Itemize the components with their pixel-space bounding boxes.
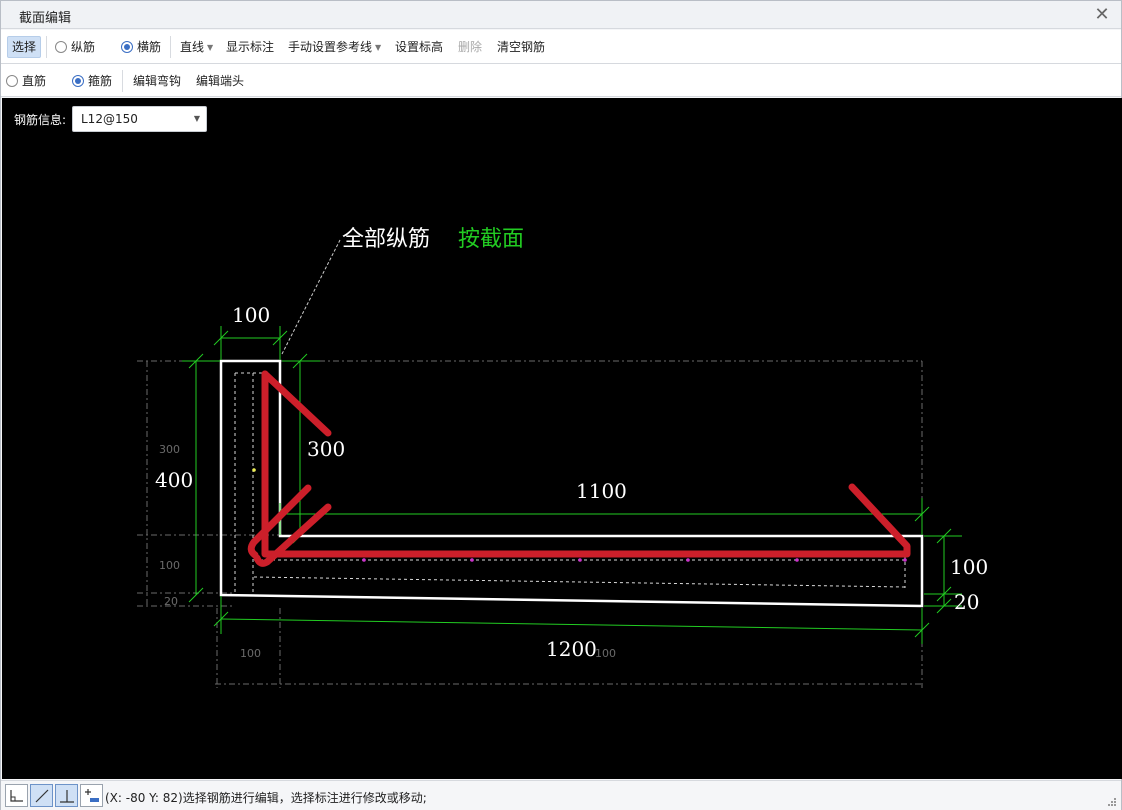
stirrup-label: 箍筋 (88, 74, 113, 88)
orthogonal-mode-button[interactable] (5, 784, 28, 807)
toolbar-divider (170, 36, 171, 58)
edit-end-button[interactable]: 编辑端头 (196, 71, 244, 91)
caret-down-icon: ▼ (207, 43, 214, 52)
sub-toolbar: 直筋 箍筋 编辑弯钩 编辑端头 (1, 64, 1121, 97)
dim-text-400[interactable]: 400 (155, 468, 193, 492)
delete-button[interactable]: 删除 (458, 37, 482, 57)
corner-icon (10, 790, 23, 802)
resize-grip-icon[interactable] (1107, 797, 1117, 807)
manual-ref-label: 手动设置参考线 (288, 40, 373, 54)
add-point-icon (85, 789, 99, 802)
annotation-by-section[interactable]: 按截面 (458, 227, 524, 252)
radio-icon (6, 75, 18, 87)
longitudinal-radio[interactable]: 纵筋 (55, 37, 95, 57)
dim-text-300[interactable]: 300 (307, 437, 345, 461)
ref-text-300: 300 (159, 443, 180, 456)
diagonal-mode-button[interactable] (30, 784, 53, 807)
dim-text-1200[interactable]: 1200 (546, 637, 597, 661)
perpendicular-icon (60, 790, 74, 803)
main-toolbar: 选择 纵筋 横筋 直线 ▼ 显示标注 手动设置参考线 ▼ 设置标高 删除 清空钢筋 (1, 30, 1121, 64)
toolbar-divider (46, 36, 47, 58)
annotation-all-rebar[interactable]: 全部纵筋 (342, 227, 430, 252)
edit-hook-button[interactable]: 编辑弯钩 (133, 71, 181, 91)
section-edit-window: 截面编辑 ✕ 选择 纵筋 横筋 直线 ▼ 显示标注 手动设置参考线 ▼ 设置标高 删… (0, 0, 1122, 810)
longitudinal-label: 纵筋 (71, 40, 96, 54)
perpendicular-mode-button[interactable] (55, 784, 78, 807)
section-outline[interactable] (219, 359, 924, 608)
radio-selected-icon (121, 41, 133, 53)
stirrup-radio[interactable]: 箍筋 (72, 71, 112, 91)
dim-text-100-top[interactable]: 100 (232, 303, 270, 327)
show-dims-button[interactable]: 显示标注 (226, 37, 274, 57)
ref-text-100-left: 100 (159, 559, 180, 572)
ref-text-100-bottom: 100 (240, 647, 261, 660)
radio-icon (55, 41, 67, 53)
title-bar: 截面编辑 ✕ (1, 1, 1121, 29)
set-elevation-button[interactable]: 设置标高 (395, 37, 443, 57)
clear-rebar-button[interactable]: 清空钢筋 (497, 37, 545, 57)
caret-down-icon: ▼ (375, 43, 382, 52)
straight-bar-label: 直筋 (22, 74, 47, 88)
diagonal-line-icon (35, 789, 49, 803)
straight-bar-radio[interactable]: 直筋 (6, 71, 46, 91)
rebar-info-label: 钢筋信息: (14, 113, 67, 127)
close-icon[interactable]: ✕ (1091, 4, 1113, 26)
ref-text-100-mid: 100 (595, 647, 616, 660)
status-message: (X: -80 Y: 82)选择钢筋进行编辑，选择标注进行修改或移动; (105, 791, 427, 805)
dim-text-1100[interactable]: 1100 (576, 479, 627, 503)
select-button[interactable]: 选择 (7, 36, 42, 58)
annotation-leader-line (281, 239, 341, 355)
add-point-button[interactable] (80, 784, 103, 807)
toolbar-divider (122, 70, 123, 92)
dropdown-arrow-icon: ▼ (193, 114, 200, 123)
straight-line-label: 直线 (180, 40, 205, 54)
inner-dashed-lines (234, 372, 906, 595)
manual-ref-line-dropdown[interactable]: 手动设置参考线 ▼ (288, 37, 381, 57)
reference-lines (137, 360, 923, 688)
window-title: 截面编辑 (19, 11, 72, 26)
radio-selected-icon (72, 75, 84, 87)
dim-text-20-right[interactable]: 20 (954, 590, 979, 614)
status-bar: (X: -80 Y: 82)选择钢筋进行编辑，选择标注进行修改或移动; (1, 780, 1121, 810)
rebar-info-value: L12@150 (81, 112, 138, 126)
ref-text-20-left: 20 (164, 595, 178, 608)
transverse-radio[interactable]: 横筋 (121, 37, 161, 57)
rebar-info-select[interactable]: L12@150 ▼ (72, 106, 207, 132)
drawing-canvas[interactable]: 全部纵筋 按截面 100 300 400 1100 100 20 1200 30… (2, 98, 1122, 779)
straight-line-dropdown[interactable]: 直线 ▼ (180, 37, 213, 57)
section-drawing[interactable]: 全部纵筋 按截面 100 300 400 1100 100 20 1200 30… (2, 98, 1122, 779)
dim-text-100-right[interactable]: 100 (950, 555, 988, 579)
transverse-label: 横筋 (137, 40, 162, 54)
